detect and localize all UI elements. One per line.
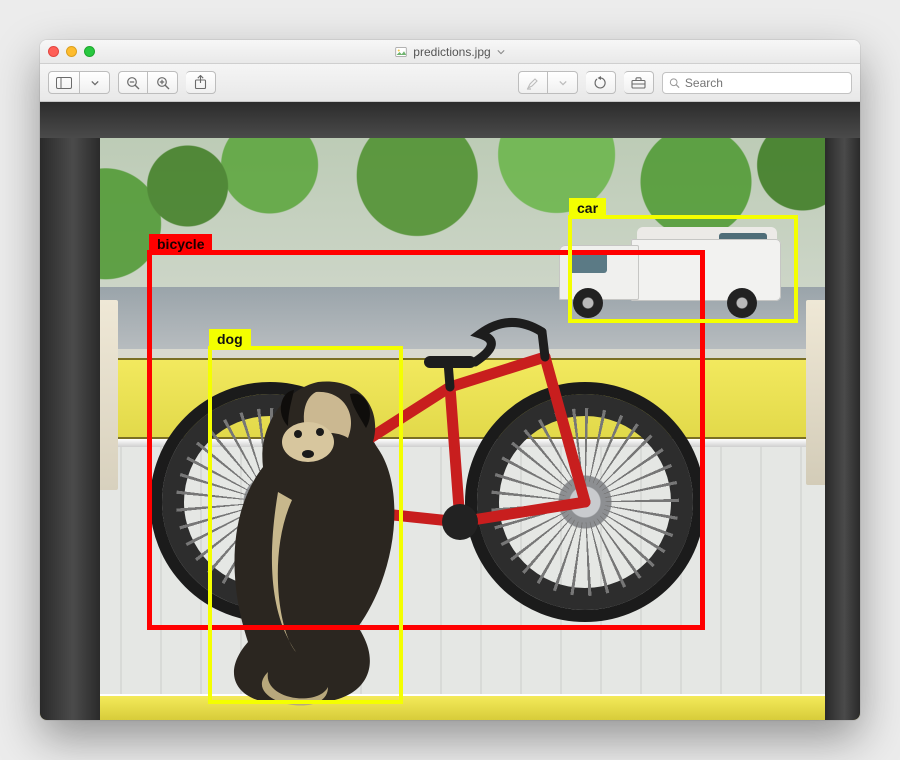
share-button[interactable] — [186, 71, 216, 94]
rotate-button[interactable] — [586, 71, 616, 94]
zoom-in-button[interactable] — [148, 71, 178, 94]
preview-window: predictions.jpg — [40, 40, 860, 720]
chevron-down-icon — [559, 79, 567, 87]
window-controls — [48, 46, 95, 57]
minimize-button[interactable] — [66, 46, 77, 57]
rotate-icon — [593, 76, 608, 90]
window-filename: predictions.jpg — [413, 45, 490, 59]
titlebar: predictions.jpg — [40, 40, 860, 64]
search-input[interactable] — [685, 76, 845, 90]
sidebar-toggle-button[interactable] — [48, 71, 80, 94]
zoom-out-icon — [126, 76, 140, 90]
chevron-down-icon — [91, 79, 99, 87]
zoom-button[interactable] — [84, 46, 95, 57]
bbox-dog: dog — [208, 346, 403, 704]
sidebar-icon — [56, 77, 72, 89]
bbox-car: car — [568, 215, 798, 323]
zoom-in-icon — [156, 76, 170, 90]
image-canvas: bicycle car dog — [40, 102, 860, 720]
markup-button[interactable] — [624, 71, 654, 94]
bbox-label: dog — [209, 329, 251, 350]
highlighter-icon — [526, 76, 540, 90]
chevron-down-icon[interactable] — [497, 48, 505, 56]
close-button[interactable] — [48, 46, 59, 57]
toolbar — [40, 64, 860, 102]
search-icon — [669, 77, 680, 89]
search-field[interactable] — [662, 72, 852, 94]
window-title: predictions.jpg — [40, 45, 860, 59]
bbox-label: car — [569, 198, 606, 219]
sidebar-menu-button[interactable] — [80, 71, 110, 94]
zoom-out-button[interactable] — [118, 71, 148, 94]
highlight-menu-button[interactable] — [548, 71, 578, 94]
highlight-button[interactable] — [518, 71, 548, 94]
bbox-label: bicycle — [149, 234, 212, 255]
jpeg-file-icon — [395, 46, 407, 58]
share-icon — [194, 75, 207, 90]
toolbox-icon — [631, 77, 646, 89]
